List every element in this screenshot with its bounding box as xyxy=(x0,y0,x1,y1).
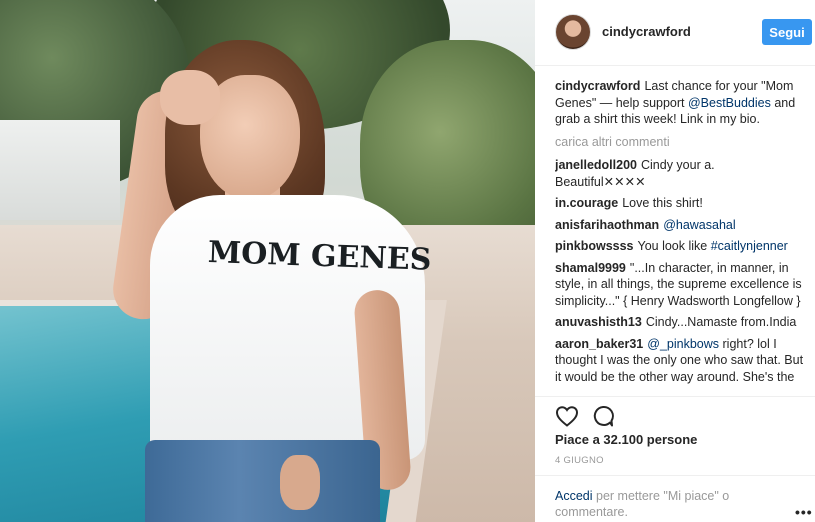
list-item: pinkbowssss You look like #caitlynjenner xyxy=(555,238,807,255)
comment-mention[interactable]: @_pinkbows xyxy=(647,337,719,351)
list-item: in.courage Love this shirt! xyxy=(555,195,807,212)
heart-icon[interactable] xyxy=(555,405,579,427)
comment-author[interactable]: shamal9999 xyxy=(555,261,626,275)
photo-hand xyxy=(160,70,220,125)
comment-author[interactable]: janelledoll200 xyxy=(555,158,637,172)
login-link[interactable]: Accedi xyxy=(555,489,593,503)
comment-mention[interactable]: @hawasahal xyxy=(663,218,735,232)
comment-text: Cindy...Namaste from.India xyxy=(645,315,797,329)
comments-list[interactable]: cindycrawford Last chance for your "Mom G… xyxy=(555,78,807,396)
load-more-comments[interactable]: carica altri commenti xyxy=(555,134,807,151)
comment-author[interactable]: anisfarihaothman xyxy=(555,218,659,232)
caption-mention[interactable]: @BestBuddies xyxy=(688,96,771,110)
comment-text: You look like xyxy=(637,239,711,253)
comment-text: Love this shirt! xyxy=(622,196,703,210)
comment-author[interactable]: in.courage xyxy=(555,196,618,210)
post-footer: Accedi per mettere "Mi piace" o commenta… xyxy=(535,475,815,522)
post-photo[interactable]: MOM GENES xyxy=(0,0,535,522)
list-item: shamal9999 "...In character, in manner, i… xyxy=(555,260,807,310)
comment-author[interactable]: pinkbowssss xyxy=(555,239,634,253)
post-header: cindycrawford Segui xyxy=(535,0,815,66)
comment-icon[interactable] xyxy=(592,405,614,427)
photo-hand xyxy=(280,455,320,510)
avatar[interactable] xyxy=(555,14,591,50)
caption: cindycrawford Last chance for your "Mom G… xyxy=(555,78,807,128)
comment-author[interactable]: anuvashisth13 xyxy=(555,315,642,329)
comment-author[interactable]: aaron_baker31 xyxy=(555,337,643,351)
list-item: janelledoll200 Cindy your a. Beautiful✕✕✕… xyxy=(555,157,807,190)
header-username[interactable]: cindycrawford xyxy=(602,24,691,39)
post-side-panel: cindycrawford Segui cindycrawford Last ch… xyxy=(535,0,815,522)
post-date: 4 GIUGNO xyxy=(555,455,604,466)
photo-jeans xyxy=(145,440,380,522)
shirt-print: MOM GENES xyxy=(207,235,432,278)
follow-button[interactable]: Segui xyxy=(762,19,812,45)
caption-author[interactable]: cindycrawford xyxy=(555,79,640,93)
comment-hashtag[interactable]: #caitlynjenner xyxy=(711,239,788,253)
more-options-icon[interactable]: ••• xyxy=(795,504,813,520)
list-item: anisfarihaothman @hawasahal xyxy=(555,217,807,234)
post-actions xyxy=(535,396,815,430)
list-item: aaron_baker31 @_pinkbows right? lol I tho… xyxy=(555,336,807,386)
list-item: anuvashisth13 Cindy...Namaste from.India xyxy=(555,314,807,331)
login-prompt: Accedi per mettere "Mi piace" o commenta… xyxy=(555,488,785,520)
photo-person: MOM GENES xyxy=(100,30,432,522)
likes-count[interactable]: Piace a 32.100 persone xyxy=(555,432,697,447)
